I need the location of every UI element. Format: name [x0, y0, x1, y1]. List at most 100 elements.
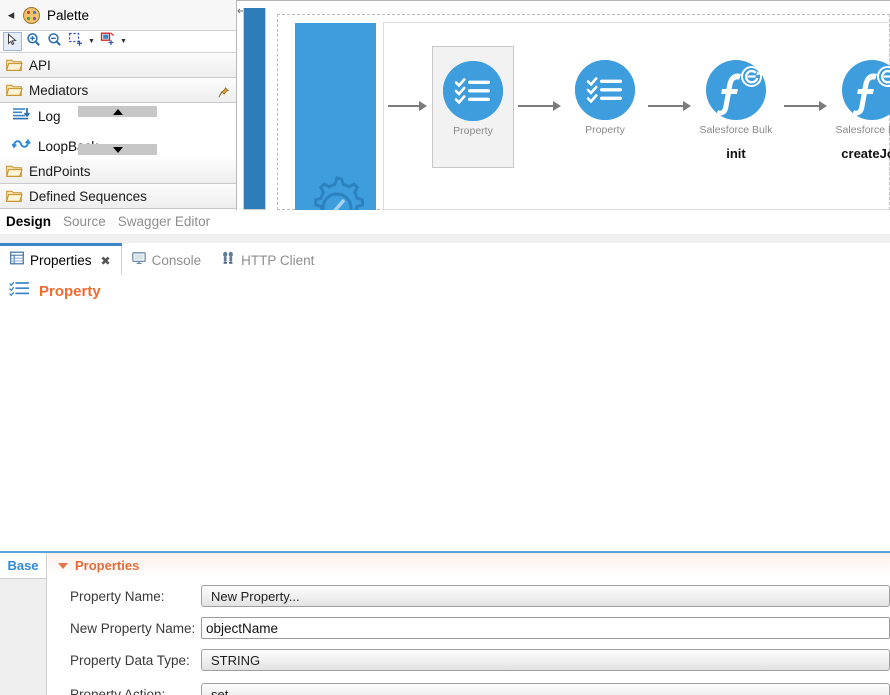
scroll-up-arrow-icon[interactable] — [78, 106, 157, 117]
side-tab-base[interactable]: Base — [0, 553, 46, 579]
property-data-type-combo[interactable]: STRING — [201, 649, 890, 671]
node-operation-name: init — [726, 146, 746, 161]
collapse-left-arrow-icon[interactable]: ◂ — [6, 8, 16, 22]
properties-header: Property — [0, 275, 890, 308]
node-connector-type: Salesforce Bulk — [835, 124, 890, 136]
close-icon[interactable]: ✖ — [101, 254, 111, 268]
tab-label: Properties — [30, 253, 92, 268]
chevron-down-icon[interactable]: ▼ — [87, 38, 96, 45]
tab-http-client[interactable]: HTTP Client — [211, 246, 324, 275]
page-title: Property — [39, 283, 101, 300]
section-label: Properties — [75, 558, 140, 573]
node-operation-name: createJob — [841, 146, 890, 161]
select-tool-button[interactable] — [3, 32, 22, 51]
property-name-combo[interactable]: New Property... — [201, 585, 890, 607]
view-splitter[interactable] — [0, 234, 890, 243]
salesforce-bulk-connector-icon — [842, 60, 890, 120]
flow-arrow — [518, 101, 562, 111]
palette-title-label: Palette — [47, 7, 90, 23]
tab-swagger-editor[interactable]: Swagger Editor — [118, 214, 210, 229]
editor-top-area: ◂ Palette ▼ ▼ API Mediators Log LoopBack… — [0, 0, 890, 210]
node-caption: Property — [585, 124, 625, 136]
field-label: Property Data Type: — [70, 652, 190, 668]
marquee-tool-button[interactable] — [66, 32, 85, 51]
http-client-icon — [221, 251, 235, 270]
new-property-name-input[interactable]: objectName — [201, 617, 890, 639]
folder-icon — [6, 83, 23, 97]
console-icon — [131, 251, 146, 270]
tab-console[interactable]: Console — [122, 246, 212, 275]
properties-table-icon — [10, 251, 24, 270]
magnifier-plus-icon — [26, 32, 41, 52]
palette-item-label: Log — [38, 108, 61, 124]
palette-title-bar: ◂ Palette — [0, 0, 236, 31]
property-mediator-icon — [575, 60, 635, 120]
form-row-property-name: Property Name: New Property... — [48, 579, 890, 613]
editor-tab-bar: Design Source Swagger Editor — [0, 210, 890, 234]
field-label: Property Name: — [70, 588, 165, 604]
salesforce-bulk-connector-icon — [706, 60, 766, 120]
tab-design[interactable]: Design — [6, 214, 51, 229]
folder-icon — [6, 58, 23, 72]
magnifier-minus-icon — [47, 32, 62, 52]
field-label: New Property Name: — [70, 620, 196, 636]
palette-section-label: Mediators — [29, 82, 89, 98]
log-mediator-icon — [12, 106, 31, 127]
diagram-node-property-2[interactable]: Property — [564, 60, 646, 136]
sequence-diagram-canvas[interactable]: Property Property Salesforce Bulk init S… — [237, 0, 890, 210]
cursor-arrow-icon — [6, 32, 19, 51]
proxy-service-panel[interactable] — [295, 23, 376, 210]
property-mediator-icon — [9, 280, 30, 303]
canvas-top-divider — [237, 0, 890, 1]
tab-label: HTTP Client — [241, 253, 315, 268]
palette-section-endpoints[interactable]: EndPoints — [0, 159, 236, 184]
flow-arrow — [388, 101, 428, 111]
application-window: ◂ Palette ▼ ▼ API Mediators Log LoopBack… — [0, 0, 890, 695]
inbound-rail — [243, 8, 266, 210]
pin-icon[interactable] — [218, 85, 229, 98]
diagram-node-salesforce-init[interactable]: Salesforce Bulk init — [690, 60, 782, 161]
flow-arrow — [784, 101, 828, 111]
node-caption: Property — [453, 125, 493, 137]
gear-icon — [301, 172, 373, 210]
properties-form: Properties Property Name: New Property..… — [48, 553, 890, 695]
tab-source[interactable]: Source — [63, 214, 106, 229]
tab-label: Console — [151, 253, 202, 268]
field-label: Property Action: — [70, 686, 166, 695]
form-row-new-property-name: New Property Name: objectName — [48, 613, 890, 643]
triangle-down-icon[interactable] — [58, 562, 68, 569]
diagram-node-property-1[interactable]: Property — [432, 46, 514, 168]
node-connector-type: Salesforce Bulk — [699, 124, 773, 136]
flow-container: Property Property Salesforce Bulk init S… — [383, 22, 890, 210]
properties-form-area: Base Properties Property Name: New Prope… — [0, 553, 890, 695]
palette-section-mediators[interactable]: Mediators — [0, 78, 236, 103]
loopback-mediator-icon — [11, 136, 31, 157]
palette-icon — [23, 6, 40, 24]
palette-section-api[interactable]: API — [0, 53, 236, 78]
scroll-down-arrow-icon[interactable] — [78, 144, 157, 155]
form-side-tabs: Base — [0, 553, 47, 695]
tab-properties[interactable]: Properties ✖ — [0, 246, 122, 275]
folder-icon — [6, 164, 23, 178]
property-mediator-icon — [443, 61, 503, 121]
folder-icon — [6, 189, 23, 203]
palette-view: ◂ Palette ▼ ▼ API Mediators Log LoopBack… — [0, 0, 237, 210]
palette-section-defined-sequences[interactable]: Defined Sequences — [0, 184, 236, 209]
create-connection-icon — [100, 31, 115, 52]
properties-view: Properties ✖ Console HTTP Client Propert… — [0, 243, 890, 695]
create-connection-tool-button[interactable] — [98, 31, 117, 52]
palette-section-label: Defined Sequences — [29, 188, 147, 204]
diagram-node-salesforce-createjob[interactable]: Salesforce Bulk createJob — [826, 60, 890, 161]
flow-arrow — [648, 101, 692, 111]
palette-section-label: API — [29, 57, 51, 73]
form-row-property-data-type: Property Data Type: STRING — [48, 643, 890, 677]
view-tab-bar: Properties ✖ Console HTTP Client — [0, 243, 890, 275]
zoom-out-tool-button[interactable] — [45, 32, 64, 51]
palette-toolbar: ▼ ▼ — [0, 31, 236, 53]
marquee-select-icon — [68, 32, 83, 52]
property-action-combo[interactable]: set — [201, 683, 890, 695]
zoom-in-tool-button[interactable] — [24, 32, 43, 51]
chevron-down-icon[interactable]: ▼ — [119, 38, 128, 45]
section-header-properties[interactable]: Properties — [48, 553, 890, 578]
palette-section-label: EndPoints — [29, 163, 91, 179]
